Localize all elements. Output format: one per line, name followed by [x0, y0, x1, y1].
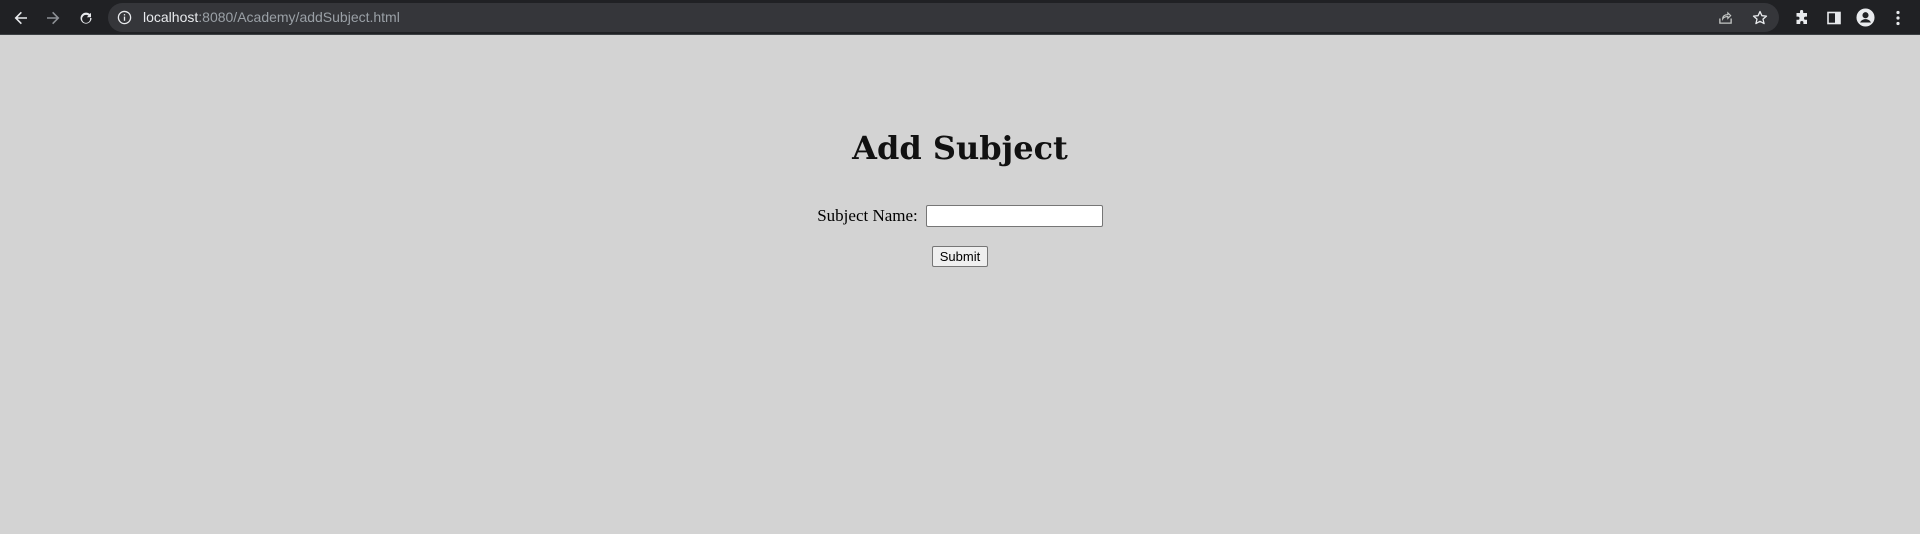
kebab-menu-icon[interactable]: [1888, 8, 1907, 27]
subject-name-label: Subject Name:: [817, 206, 918, 225]
url-text[interactable]: localhost:8080/Academy/addSubject.html: [143, 3, 400, 32]
page-content: Add Subject Subject Name: Submit: [0, 35, 1920, 534]
side-panel-icon[interactable]: [1824, 8, 1843, 27]
reload-button[interactable]: [72, 4, 99, 31]
info-icon[interactable]: [117, 10, 132, 25]
back-button[interactable]: [7, 4, 34, 31]
url-host: localhost: [143, 9, 199, 25]
url-path: :8080/Academy/addSubject.html: [198, 9, 400, 25]
reload-icon: [80, 12, 92, 24]
profile-icon[interactable]: [1856, 8, 1875, 27]
forward-arrow-icon: [46, 11, 59, 24]
submit-button[interactable]: Submit: [931, 246, 989, 267]
back-arrow-icon: [14, 11, 27, 24]
share-icon[interactable]: [1717, 9, 1734, 26]
submit-row: Submit: [0, 246, 1920, 267]
browser-toolbar: localhost:8080/Academy/addSubject.html: [0, 0, 1920, 35]
subject-name-row: Subject Name:: [0, 205, 1920, 227]
subject-name-input[interactable]: [925, 205, 1103, 227]
forward-button[interactable]: [39, 4, 66, 31]
star-icon[interactable]: [1751, 9, 1768, 26]
address-bar[interactable]: localhost:8080/Academy/addSubject.html: [108, 3, 1779, 32]
puzzle-icon[interactable]: [1792, 8, 1811, 27]
page-title: Add Subject: [852, 129, 1068, 167]
